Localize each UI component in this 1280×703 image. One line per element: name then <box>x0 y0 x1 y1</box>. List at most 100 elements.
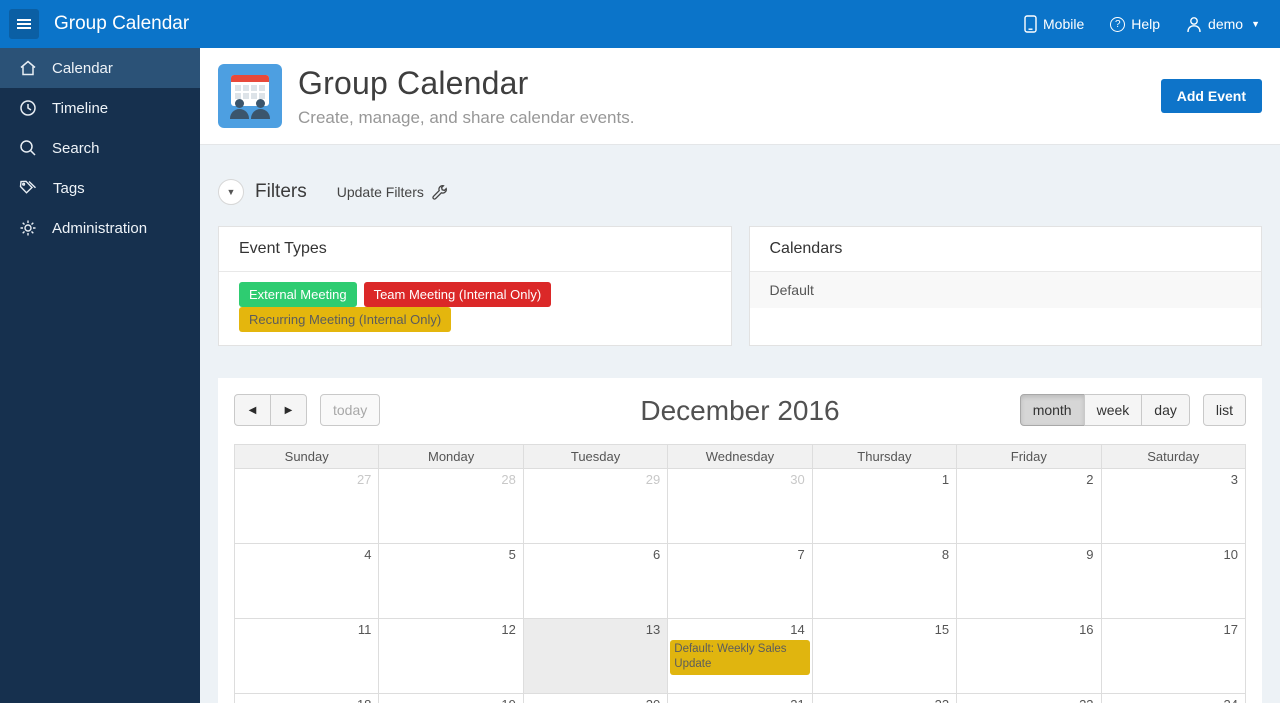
clock-icon <box>19 99 37 117</box>
day-number: 10 <box>1223 547 1238 562</box>
day-cell[interactable]: 29 <box>522 468 669 544</box>
help-link[interactable]: ? Help <box>1110 16 1160 32</box>
day-cell[interactable]: 14 Default: Weekly Sales Update <box>667 618 813 694</box>
calendar-widget: ◀ ▶ today month week day list December 201… <box>218 378 1262 703</box>
day-cell[interactable]: 22 <box>811 693 958 703</box>
day-number: 13 <box>645 622 661 637</box>
day-cell[interactable]: 4 <box>233 543 380 619</box>
today-button[interactable]: today <box>320 394 381 426</box>
calendar-event[interactable]: Default: Weekly Sales Update <box>670 640 810 675</box>
right-arrow-icon: ▶ <box>284 404 293 416</box>
app-title: Group Calendar <box>54 13 190 34</box>
day-cell[interactable]: 21 Default: Weekly Sales <box>667 693 813 703</box>
event-type-tag[interactable]: External Meeting <box>239 282 357 307</box>
day-of-week-header: Sunday <box>233 444 380 469</box>
calendars-panel: Calendars Default <box>748 226 1262 346</box>
day-number: 17 <box>1223 622 1238 637</box>
day-cell[interactable]: 13 <box>522 618 669 694</box>
day-cell[interactable]: 12 <box>378 618 524 694</box>
day-of-week-header: Wednesday <box>667 444 813 469</box>
calendar-toolbar: ◀ ▶ today month week day list December 201… <box>234 394 1246 428</box>
day-cell[interactable]: 19 <box>378 693 524 703</box>
day-number: 15 <box>934 622 950 637</box>
day-cell[interactable]: 7 <box>667 543 813 619</box>
day-cell[interactable]: 1 <box>811 468 958 544</box>
day-cell[interactable]: 27 <box>233 468 380 544</box>
day-number: 21 <box>668 694 811 703</box>
view-switcher: month week day <box>1019 394 1190 426</box>
top-bar: Group Calendar Mobile ? Help demo ▼ <box>0 0 1280 48</box>
help-label: Help <box>1131 16 1161 32</box>
filters-collapse-button[interactable]: ▼ <box>218 179 244 205</box>
prev-month-button[interactable]: ◀ <box>234 394 271 426</box>
app-screen: Group Calendar Mobile ? Help demo ▼ Cale… <box>0 0 1280 703</box>
filters-label: Filters <box>255 181 307 202</box>
hamburger-icon <box>17 23 31 25</box>
event-type-tag[interactable]: Recurring Meeting (Internal Only) <box>239 307 452 332</box>
day-number: 19 <box>379 694 522 703</box>
event-type-tag[interactable]: Team Meeting (Internal Only) <box>363 282 552 307</box>
next-month-button[interactable]: ▶ <box>270 394 307 426</box>
event-types-title: Event Types <box>219 227 731 272</box>
day-number: 9 <box>1086 547 1094 562</box>
sidebar-item-tags[interactable]: Tags <box>0 168 200 208</box>
day-cell[interactable]: 23 <box>956 693 1102 703</box>
view-button-day[interactable]: day <box>1141 394 1190 426</box>
day-cell[interactable]: 18 Default: All Hands Meeting <box>233 693 380 703</box>
day-cell[interactable]: 9 <box>956 543 1102 619</box>
group-calendar-app-icon <box>218 64 282 128</box>
day-cell[interactable]: 2 <box>956 468 1102 544</box>
day-cell[interactable]: 10 <box>1100 543 1247 619</box>
day-cell[interactable]: 17 <box>1100 618 1247 694</box>
user-menu[interactable]: demo ▼ <box>1186 16 1260 33</box>
day-cell[interactable]: 6 <box>522 543 669 619</box>
chevron-down-icon: ▼ <box>226 187 236 197</box>
tags-icon <box>19 179 38 197</box>
day-cell[interactable]: 15 <box>811 618 958 694</box>
day-cell[interactable]: 3 <box>1100 468 1247 544</box>
day-cell[interactable]: 20 [All Day] Default: Sales <box>522 693 669 703</box>
day-cell[interactable]: 28 <box>378 468 524 544</box>
day-headers-row: Sunday Monday Tuesday Wednesday Thursday Frid… <box>233 444 1247 469</box>
calendar-list-item[interactable]: Default <box>749 272 1261 308</box>
day-number: 24 <box>1102 694 1245 703</box>
day-number: 16 <box>1079 622 1094 637</box>
add-event-button[interactable]: Add Event <box>1160 79 1262 113</box>
gear-icon <box>19 219 37 237</box>
list-view-button[interactable]: list <box>1202 394 1246 426</box>
day-of-week-header: Monday <box>378 444 524 469</box>
day-number: 3 <box>1230 472 1238 487</box>
user-label: demo <box>1208 16 1244 32</box>
person-graphic <box>230 99 249 119</box>
day-number: 20 <box>524 694 667 703</box>
view-button-week[interactable]: week <box>1083 394 1143 426</box>
calendar-week-row: 4 5 6 7 8 9 10 <box>233 543 1247 619</box>
sidebar-nav: Calendar Timeline Search Tags Administra… <box>0 48 200 703</box>
mobile-link[interactable]: Mobile <box>1024 15 1084 33</box>
hamburger-menu-button[interactable] <box>9 9 39 39</box>
filter-panels: Event Types External Meeting Team Meeting… <box>218 226 1262 346</box>
day-number: 2 <box>1086 472 1094 487</box>
day-number: 6 <box>653 547 661 562</box>
update-filters-link[interactable]: Update Filters <box>337 184 448 201</box>
page-subtitle: Create, manage, and share calendar event… <box>298 107 635 127</box>
calendars-title: Calendars <box>749 227 1261 272</box>
day-cell[interactable]: 8 <box>811 543 958 619</box>
sidebar-item-label: Administration <box>52 219 148 237</box>
calendar-grid: Sunday Monday Tuesday Wednesday Thursday Frid… <box>233 444 1247 703</box>
sidebar-item-calendar[interactable]: Calendar <box>0 48 200 88</box>
day-cell[interactable]: 30 <box>667 468 813 544</box>
day-cell[interactable]: 24 <box>1100 693 1247 703</box>
sidebar-item-search[interactable]: Search <box>0 128 200 168</box>
sidebar-item-timeline[interactable]: Timeline <box>0 88 200 128</box>
day-number: 1 <box>941 472 950 487</box>
day-number: 12 <box>501 622 516 637</box>
view-button-month[interactable]: month <box>1019 394 1085 426</box>
search-icon <box>19 139 37 157</box>
day-cell[interactable]: 11 <box>233 618 380 694</box>
update-filters-label: Update Filters <box>336 184 424 200</box>
sidebar-item-administration[interactable]: Administration <box>0 208 200 248</box>
day-cell[interactable]: 16 <box>956 618 1102 694</box>
day-cell[interactable]: 5 <box>378 543 524 619</box>
day-number: 27 <box>356 472 372 487</box>
